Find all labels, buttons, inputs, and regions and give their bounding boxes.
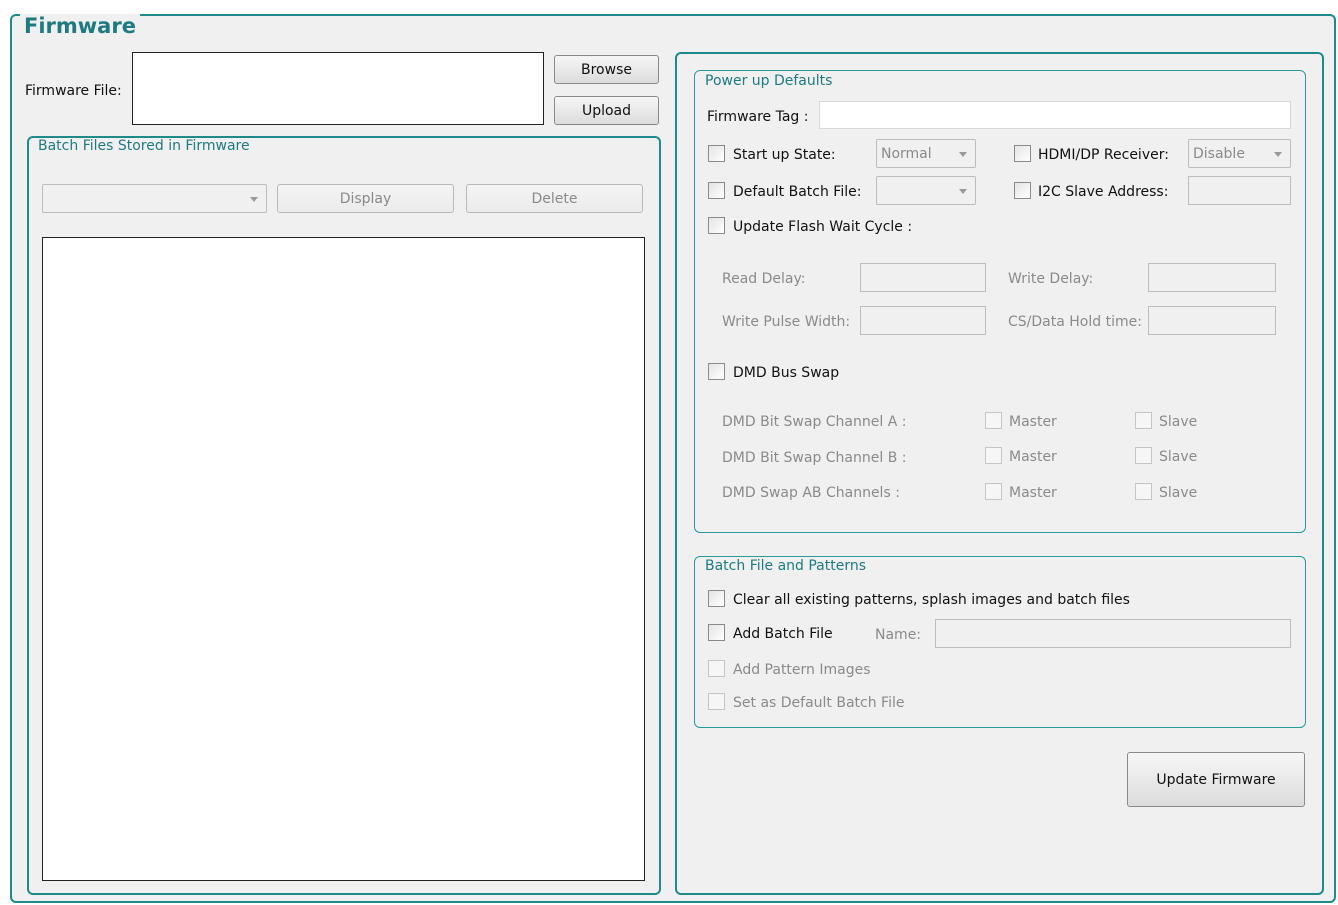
- dmd-bus-swap-checkbox[interactable]: [708, 363, 725, 380]
- dmd-bit-swap-a-master-checkbox[interactable]: [985, 412, 1002, 429]
- upload-button[interactable]: Upload: [554, 96, 659, 125]
- default-batch-file-checkbox[interactable]: [708, 182, 725, 199]
- dmd-bit-swap-b-slave-label: Slave: [1159, 449, 1198, 465]
- i2c-slave-address-input[interactable]: [1188, 176, 1291, 205]
- add-pattern-images-checkbox[interactable]: [708, 660, 725, 677]
- firmware-file-field[interactable]: [132, 52, 544, 125]
- write-pulse-width-label: Write Pulse Width:: [722, 314, 851, 330]
- flash-wait-cycle-checkbox[interactable]: [708, 217, 725, 234]
- batch-file-patterns-title: Batch File and Patterns: [702, 558, 870, 574]
- chevron-down-icon: [1274, 151, 1282, 157]
- write-pulse-width-input[interactable]: [860, 306, 986, 335]
- dmd-swap-ab-label: DMD Swap AB Channels :: [722, 485, 900, 501]
- batch-name-label: Name:: [875, 627, 922, 643]
- delete-button[interactable]: Delete: [466, 184, 643, 213]
- clear-all-label: Clear all existing patterns, splash imag…: [733, 592, 1130, 608]
- default-batch-file-select[interactable]: [876, 176, 976, 205]
- dmd-swap-ab-slave-checkbox[interactable]: [1135, 483, 1152, 500]
- cs-data-hold-time-label: CS/Data Hold time:: [1008, 314, 1142, 330]
- startup-state-label: Start up State:: [733, 147, 836, 163]
- dmd-bit-swap-a-slave-checkbox[interactable]: [1135, 412, 1152, 429]
- firmware-tag-input[interactable]: [819, 101, 1291, 129]
- startup-state-select[interactable]: Normal: [876, 139, 976, 168]
- write-delay-label: Write Delay:: [1008, 271, 1094, 287]
- i2c-slave-address-label: I2C Slave Address:: [1038, 184, 1169, 200]
- add-pattern-images-label: Add Pattern Images: [733, 662, 871, 678]
- update-firmware-button[interactable]: Update Firmware: [1127, 752, 1305, 807]
- set-default-batch-file-label: Set as Default Batch File: [733, 695, 905, 711]
- clear-all-checkbox[interactable]: [708, 590, 725, 607]
- flash-wait-cycle-label: Update Flash Wait Cycle :: [733, 219, 913, 235]
- dmd-bit-swap-b-master-label: Master: [1009, 449, 1057, 465]
- add-batch-file-label: Add Batch File: [733, 626, 833, 642]
- dmd-bus-swap-label: DMD Bus Swap: [733, 365, 840, 381]
- dmd-bit-swap-a-master-label: Master: [1009, 414, 1057, 430]
- dmd-swap-ab-slave-label: Slave: [1159, 485, 1198, 501]
- read-delay-label: Read Delay:: [722, 271, 806, 287]
- write-delay-input[interactable]: [1148, 263, 1276, 292]
- dmd-bit-swap-b-master-checkbox[interactable]: [985, 447, 1002, 464]
- dmd-swap-ab-master-label: Master: [1009, 485, 1057, 501]
- display-button[interactable]: Display: [277, 184, 454, 213]
- batch-files-stored-title: Batch Files Stored in Firmware: [35, 138, 253, 154]
- dmd-bit-swap-a-label: DMD Bit Swap Channel A :: [722, 414, 907, 430]
- default-batch-file-label: Default Batch File:: [733, 184, 862, 200]
- hdmi-receiver-label: HDMI/DP Receiver:: [1038, 147, 1169, 163]
- dmd-bit-swap-a-slave-label: Slave: [1159, 414, 1198, 430]
- add-batch-file-checkbox[interactable]: [708, 624, 725, 641]
- batch-file-content-area[interactable]: [42, 237, 645, 881]
- firmware-tag-label: Firmware Tag :: [707, 109, 809, 125]
- chevron-down-icon: [959, 188, 967, 194]
- firmware-file-label: Firmware File:: [25, 83, 122, 99]
- hdmi-receiver-checkbox[interactable]: [1014, 145, 1031, 162]
- batch-name-input[interactable]: [935, 619, 1291, 648]
- dmd-bit-swap-b-slave-checkbox[interactable]: [1135, 447, 1152, 464]
- batch-file-select[interactable]: [42, 184, 267, 213]
- chevron-down-icon: [250, 196, 258, 202]
- i2c-slave-address-checkbox[interactable]: [1014, 182, 1031, 199]
- startup-state-checkbox[interactable]: [708, 145, 725, 162]
- hdmi-receiver-select-value: Disable: [1193, 145, 1245, 162]
- firmware-group-title: Firmware: [20, 14, 140, 38]
- read-delay-input[interactable]: [860, 263, 986, 292]
- dmd-swap-ab-master-checkbox[interactable]: [985, 483, 1002, 500]
- hdmi-receiver-select[interactable]: Disable: [1188, 139, 1291, 168]
- power-up-defaults-title: Power up Defaults: [702, 73, 836, 89]
- cs-data-hold-time-input[interactable]: [1148, 306, 1276, 335]
- set-default-batch-file-checkbox[interactable]: [708, 693, 725, 710]
- chevron-down-icon: [959, 151, 967, 157]
- browse-button[interactable]: Browse: [554, 55, 659, 84]
- dmd-bit-swap-b-label: DMD Bit Swap Channel B :: [722, 450, 907, 466]
- startup-state-select-value: Normal: [881, 145, 932, 162]
